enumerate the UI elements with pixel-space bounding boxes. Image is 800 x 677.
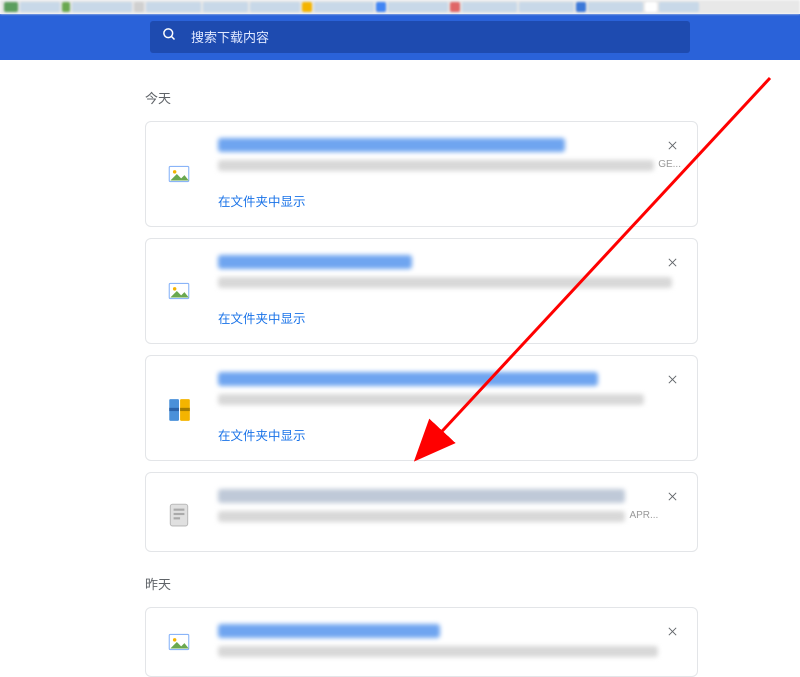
downloads-content: 今天 GE... 在文件夹中显示: [0, 60, 800, 677]
browser-tabstrip: [0, 0, 800, 14]
remove-download-button[interactable]: [661, 134, 683, 156]
image-file-icon: [166, 278, 192, 304]
show-in-folder-link[interactable]: 在文件夹中显示: [218, 308, 681, 327]
image-file-icon: [166, 629, 192, 655]
section-label-yesterday: 昨天: [145, 574, 800, 593]
download-url: [218, 277, 672, 288]
image-file-icon: [166, 161, 192, 187]
download-item: 在文件夹中显示: [145, 355, 698, 461]
downloads-header: [0, 14, 800, 60]
remove-download-button[interactable]: [661, 620, 683, 642]
remove-download-button[interactable]: [661, 485, 683, 507]
show-in-folder-link[interactable]: 在文件夹中显示: [218, 191, 681, 210]
show-in-folder-link[interactable]: 在文件夹中显示: [218, 425, 681, 444]
archive-file-icon: [166, 395, 192, 421]
download-item: 在文件夹中显示: [145, 238, 698, 344]
download-url: [218, 160, 654, 171]
search-icon: [162, 27, 177, 47]
download-item: GE... 在文件夹中显示: [145, 121, 698, 227]
download-item: APR...: [145, 472, 698, 552]
exe-file-icon: [166, 499, 192, 525]
remove-download-button[interactable]: [661, 368, 683, 390]
download-filename[interactable]: [218, 255, 412, 269]
download-url: [218, 394, 644, 405]
remove-download-button[interactable]: [661, 251, 683, 273]
search-box: [150, 21, 690, 53]
download-filename[interactable]: [218, 372, 598, 386]
search-input[interactable]: [191, 30, 678, 45]
download-filename[interactable]: [218, 489, 625, 503]
download-item: [145, 607, 698, 677]
download-url: [218, 511, 625, 522]
download-url: [218, 646, 658, 657]
section-label-today: 今天: [145, 88, 800, 107]
download-filename[interactable]: [218, 624, 440, 638]
download-filename[interactable]: [218, 138, 565, 152]
